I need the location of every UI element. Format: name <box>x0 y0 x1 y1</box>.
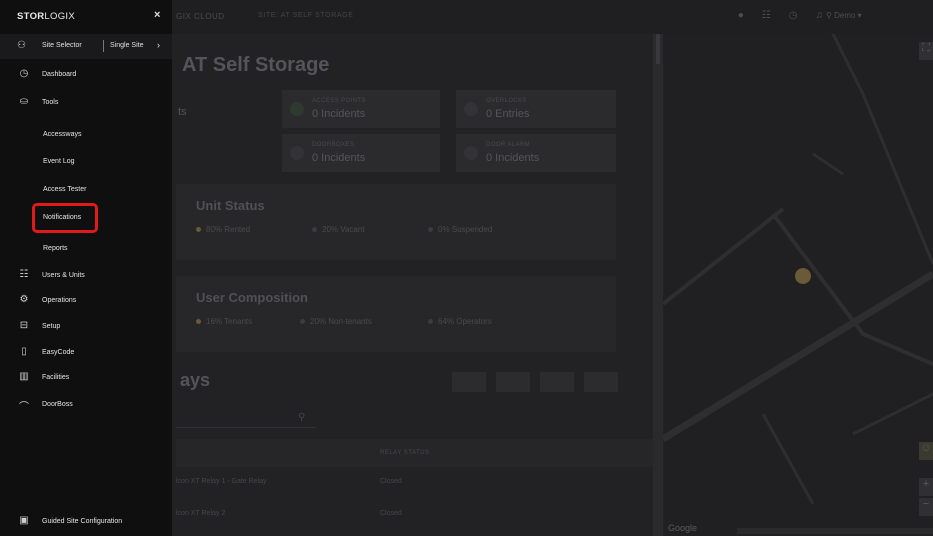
sidebar-item-event-log[interactable]: Event Log <box>0 152 172 172</box>
sidebar-item-facilities[interactable]: ▥ Facilities <box>0 368 172 388</box>
guided-config-icon: ▣ <box>19 515 29 526</box>
sitemap-icon: ⚇ <box>17 40 26 51</box>
legend-tenants: 16% Tenants <box>196 317 252 326</box>
operations-icon: ⚙ <box>19 294 29 305</box>
legend-vacant: 20% Vacant <box>312 225 365 234</box>
sidebar-item-users-units[interactable]: ☷ Users & Units <box>0 266 172 286</box>
chevron-right-icon: › <box>157 40 160 50</box>
legend-non-tenants: 20% Non-tenants <box>300 317 372 326</box>
user-composition-title: User Composition <box>196 290 308 305</box>
table-row[interactable]: lcon XT Relay 2 Closed <box>176 510 653 517</box>
table-header: RELAY STATUS <box>176 439 653 467</box>
stat-fragment: ts <box>178 106 187 118</box>
easycode-icon: ▯ <box>21 346 27 357</box>
unit-status-panel: Unit Status 80% Rented 20% Vacant 0% Sus… <box>176 184 616 260</box>
map-view[interactable]: ⛶ ☺ + − Google <box>663 34 933 536</box>
map-attribution[interactable] <box>737 528 933 534</box>
map-roads <box>663 34 933 505</box>
stat-access-points[interactable]: ACCESS POINTS 0 Incidents <box>282 90 440 128</box>
alert-icon[interactable]: ● <box>738 10 744 21</box>
unit-status-title: Unit Status <box>196 198 265 213</box>
sidebar-item-guided-setup[interactable]: ▣ Guided Site Configuration <box>0 512 172 532</box>
sidebar-item-doorboss[interactable]: ⌒ DoorBoss <box>0 395 172 415</box>
users-icon: ☷ <box>19 269 29 280</box>
people-icon[interactable]: ☷ <box>762 10 771 21</box>
bell-icon[interactable]: ♫ <box>816 10 824 21</box>
filter-button[interactable] <box>496 372 530 392</box>
search-icon: ⚲ <box>298 412 306 423</box>
table-row[interactable]: lcon XT Relay 1 - Gate Relay Closed <box>176 478 653 485</box>
facilities-icon: ▥ <box>19 371 29 382</box>
site-label: SITE: AT SELF STORAGE <box>258 12 354 19</box>
user-icon: ⚲ <box>826 11 835 20</box>
tools-icon: ⛀ <box>19 96 29 107</box>
zoom-out-button[interactable]: − <box>919 498 933 516</box>
google-logo: Google <box>668 523 698 533</box>
filter-button[interactable] <box>584 372 618 392</box>
sidebar: STORLOGIX × ⚇ Site Selector Single Site … <box>0 0 172 536</box>
fullscreen-icon[interactable]: ⛶ <box>919 42 933 60</box>
sidebar-item-easycode[interactable]: ▯ EasyCode <box>0 343 172 363</box>
legend-operators: 64% Operators <box>428 317 492 326</box>
user-composition-panel: User Composition 16% Tenants 20% Non-ten… <box>176 276 616 352</box>
filter-button[interactable] <box>452 372 486 392</box>
notifications-highlight <box>32 203 98 233</box>
setup-icon: ⊟ <box>19 320 29 331</box>
sidebar-item-setup[interactable]: ⊟ Setup <box>0 317 172 337</box>
access-point-icon <box>290 102 304 116</box>
sidebar-item-tools[interactable]: ⛀ Tools <box>0 93 172 113</box>
accessways-title: ays <box>180 370 211 390</box>
page-title: AT Self Storage <box>182 54 330 76</box>
logo: STORLOGIX <box>17 11 75 22</box>
legend-rented: 80% Rented <box>196 225 250 234</box>
doorboss-icon: ⌒ <box>19 402 29 413</box>
stat-door-alarm[interactable]: DOOR ALARM 0 Incidents <box>456 134 616 172</box>
scrollbar[interactable] <box>653 34 663 536</box>
stat-overlocks[interactable]: OVERLOCKS 0 Entries <box>456 90 616 128</box>
sidebar-item-reports[interactable]: Reports <box>0 239 172 259</box>
doorbox-icon <box>290 146 304 160</box>
door-alarm-icon <box>464 146 478 160</box>
help-icon[interactable]: ◷ <box>789 10 798 21</box>
zoom-in-button[interactable]: + <box>919 478 933 496</box>
accessway-search-input[interactable] <box>176 427 316 428</box>
brand-text: GIX CLOUD <box>176 12 225 21</box>
site-selector[interactable]: ⚇ Site Selector Single Site › <box>0 34 172 59</box>
dashboard-icon: ◷ <box>19 68 29 79</box>
sidebar-item-access-tester[interactable]: Access Tester <box>0 180 172 200</box>
legend-suspended: 0% Suspended <box>428 225 492 234</box>
user-menu[interactable]: ⚲ Demo ▾ <box>826 11 862 20</box>
top-icons: ● ☷ ◷ ♫ <box>738 10 823 21</box>
sidebar-item-accessways[interactable]: Accessways <box>0 125 172 145</box>
stat-doorboxes[interactable]: DOORBOXES 0 Incidents <box>282 134 440 172</box>
pegman-icon[interactable]: ☺ <box>919 442 933 460</box>
overlock-icon <box>464 102 478 116</box>
relay-status-header: RELAY STATUS <box>380 450 430 456</box>
sidebar-item-operations[interactable]: ⚙ Operations <box>0 291 172 311</box>
accessway-buttons <box>452 372 618 392</box>
filter-button[interactable] <box>540 372 574 392</box>
sidebar-header: STORLOGIX × <box>0 0 172 34</box>
close-icon[interactable]: × <box>154 9 160 21</box>
scrollbar-thumb[interactable] <box>656 34 660 64</box>
sidebar-item-dashboard[interactable]: ◷ Dashboard <box>0 65 172 85</box>
site-marker <box>795 268 811 284</box>
